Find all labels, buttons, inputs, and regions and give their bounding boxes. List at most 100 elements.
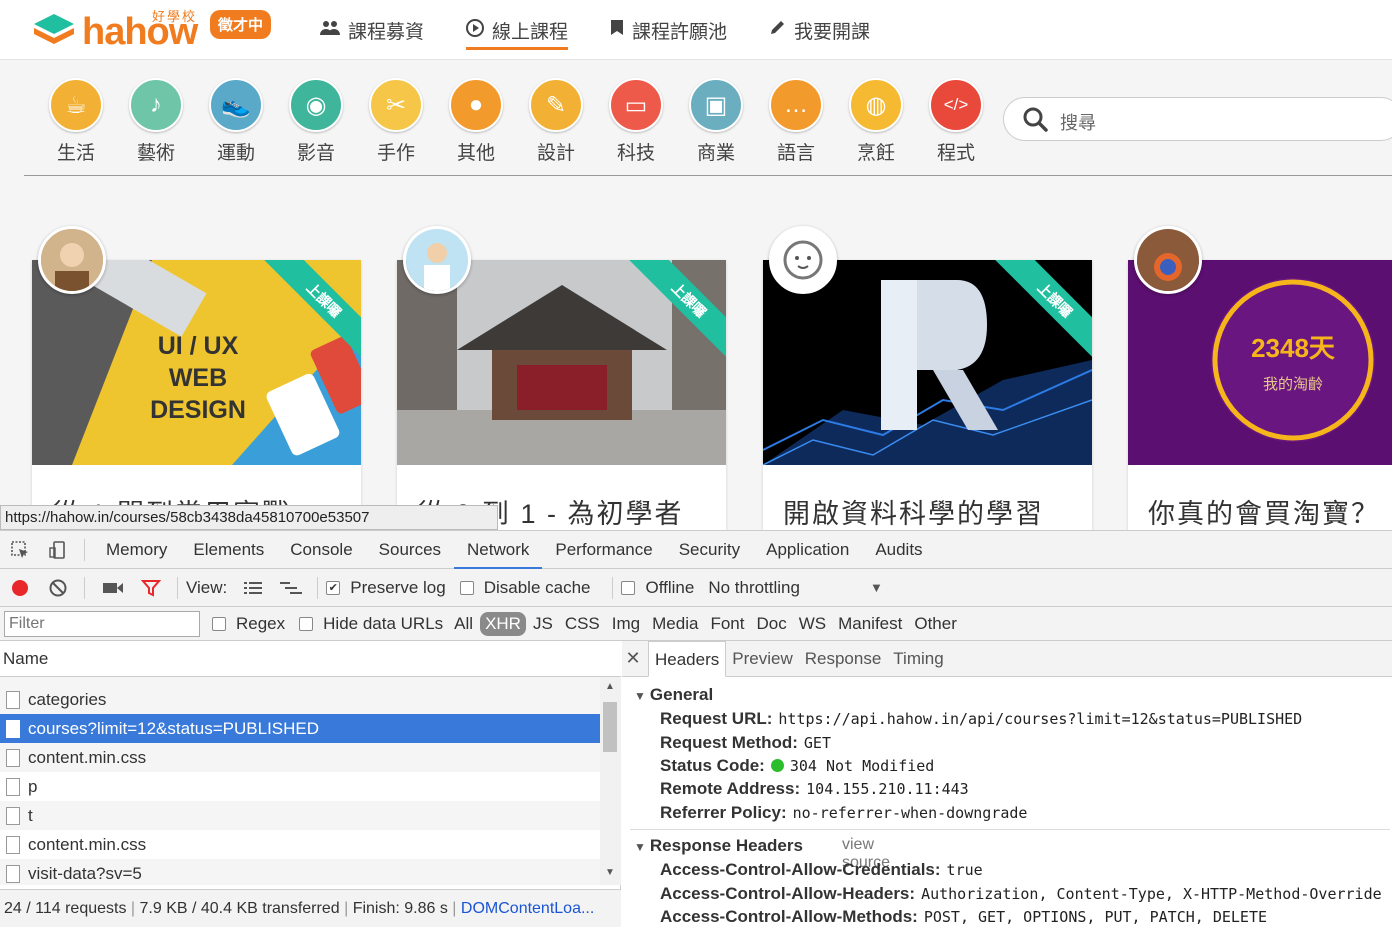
hiring-badge[interactable]: 徵才中 xyxy=(210,10,272,39)
course-card[interactable]: 上課囉 從 0 到 1 - 為初學者 xyxy=(397,226,726,532)
request-name: content.min.css xyxy=(28,834,147,854)
course-card[interactable]: 2348天 我的淘齡 你真的會買淘寶？ xyxy=(1128,226,1392,532)
scroll-down-icon[interactable]: ▼ xyxy=(605,867,615,878)
request-row[interactable]: p xyxy=(0,772,600,801)
category-9[interactable]: … 語言 xyxy=(756,78,836,165)
avatar[interactable] xyxy=(769,226,837,294)
tab-performance[interactable]: Performance xyxy=(542,531,665,569)
category-0[interactable]: ☕ 生活 xyxy=(36,78,116,165)
avatar[interactable] xyxy=(403,226,471,294)
filter-type-media[interactable]: Media xyxy=(647,612,703,636)
preserve-log-checkbox[interactable]: ✔ xyxy=(326,580,341,595)
scrollbar-thumb[interactable] xyxy=(603,702,617,752)
tab-console[interactable]: Console xyxy=(277,531,365,569)
category-8[interactable]: ▣ 商業 xyxy=(676,78,756,165)
request-row[interactable]: categories xyxy=(0,685,600,714)
category-1[interactable]: ♪ 藝術 xyxy=(116,78,196,165)
large-rows-icon[interactable] xyxy=(241,576,265,600)
category-4[interactable]: ✂ 手作 xyxy=(356,78,436,165)
offline-checkbox[interactable] xyxy=(621,580,636,595)
avatar[interactable] xyxy=(38,226,106,294)
category-3[interactable]: ◉ 影音 xyxy=(276,78,356,165)
hide-data-urls-checkbox[interactable] xyxy=(299,616,314,631)
category-label: 烹飪 xyxy=(856,143,895,164)
device-toolbar-icon[interactable] xyxy=(48,540,68,560)
filter-icon[interactable] xyxy=(139,576,163,600)
category-7[interactable]: ▭ 科技 xyxy=(596,78,676,165)
request-row[interactable]: content.min.css xyxy=(0,830,600,859)
filter-type-ws[interactable]: WS xyxy=(794,612,831,636)
course-title[interactable]: 你真的會買淘寶？ xyxy=(1148,492,1380,531)
record-button[interactable] xyxy=(8,576,32,600)
regex-checkbox[interactable] xyxy=(212,616,226,631)
course-card[interactable]: UI / UX WEB DESIGN 上課囉 從 1 開到常用實戰 xyxy=(32,226,361,532)
chevron-down-icon[interactable]: ▼ xyxy=(870,580,883,595)
filter-type-js[interactable]: JS xyxy=(528,612,558,636)
tab-headers[interactable]: Headers xyxy=(648,640,727,677)
category-10[interactable]: ◍ 烹飪 xyxy=(836,78,916,165)
nav-item-wishlist[interactable]: 課程許願池 xyxy=(610,0,727,60)
filter-type-doc[interactable]: Doc xyxy=(751,612,791,636)
hahow-logo[interactable]: hahow 好學校 徵才中 xyxy=(32,8,272,53)
throttling-select[interactable]: No throttling xyxy=(708,578,800,598)
category-5[interactable]: ● 其他 xyxy=(436,78,516,165)
avatar[interactable] xyxy=(1134,226,1202,294)
search-box[interactable]: 搜尋 xyxy=(1003,97,1392,141)
response-headers-section-header[interactable]: ▼ Response Headers view source xyxy=(634,836,890,871)
filter-type-manifest[interactable]: Manifest xyxy=(833,612,907,636)
tab-response[interactable]: Response xyxy=(799,641,888,677)
filter-type-all[interactable]: All xyxy=(449,612,478,636)
request-name: p xyxy=(28,776,38,796)
close-icon[interactable]: ✕ xyxy=(622,648,644,669)
capture-screenshots-icon[interactable] xyxy=(101,576,125,600)
tab-sources[interactable]: Sources xyxy=(366,531,454,569)
category-2[interactable]: 👟 運動 xyxy=(196,78,276,165)
general-section-header[interactable]: ▼ General xyxy=(634,685,713,705)
tab-audits[interactable]: Audits xyxy=(862,531,935,569)
filter-type-font[interactable]: Font xyxy=(705,612,749,636)
list-item[interactable] xyxy=(0,677,600,685)
course-card[interactable]: 上課囉 開啟資料科學的學習 xyxy=(763,226,1092,532)
request-row[interactable]: content.min.css xyxy=(0,743,600,772)
filter-type-img[interactable]: Img xyxy=(607,612,645,636)
course-title[interactable]: 開啟資料科學的學習 xyxy=(783,492,1044,531)
tab-network[interactable]: Network xyxy=(454,531,543,569)
file-icon xyxy=(6,806,20,825)
request-list-scrollbar[interactable]: ▲ ▼ xyxy=(600,677,621,885)
tab-memory[interactable]: Memory xyxy=(93,531,180,569)
tab-preview[interactable]: Preview xyxy=(726,641,798,677)
tab-timing[interactable]: Timing xyxy=(887,641,949,677)
filter-type-css[interactable]: CSS xyxy=(560,612,605,636)
section-title: Response Headers xyxy=(649,836,803,855)
request-row[interactable]: visit-data?sv=5 xyxy=(0,859,600,885)
name-column-header[interactable]: Name xyxy=(0,641,621,677)
filter-input[interactable] xyxy=(4,610,200,637)
transferred-size: 7.9 KB / 40.4 KB transferred xyxy=(139,900,340,917)
tab-elements[interactable]: Elements xyxy=(180,531,277,569)
tab-security[interactable]: Security xyxy=(666,531,753,569)
request-row[interactable]: courses?limit=12&status=PUBLISHED xyxy=(0,714,600,743)
tab-application[interactable]: Application xyxy=(753,531,862,569)
devtools-tabbar: Memory Elements Console Sources Network Perfo… xyxy=(0,531,1392,569)
filter-type-xhr[interactable]: XHR xyxy=(480,611,526,636)
category-11[interactable]: </> 程式 xyxy=(916,78,996,165)
request-row[interactable]: t xyxy=(0,801,600,830)
filter-type-other[interactable]: Other xyxy=(909,612,962,636)
scroll-up-icon[interactable]: ▲ xyxy=(605,681,615,692)
thumb-text: 2348天 xyxy=(1251,333,1335,363)
disable-cache-label: Disable cache xyxy=(483,577,591,597)
clear-button[interactable] xyxy=(46,576,70,600)
inspect-element-icon[interactable] xyxy=(10,540,30,560)
category-label: 程式 xyxy=(936,143,975,164)
section-title: General xyxy=(649,685,714,704)
nav-item-online-courses[interactable]: 線上課程 xyxy=(466,0,569,60)
nav-item-teach[interactable]: 我要開課 xyxy=(769,0,870,60)
category-6[interactable]: ✎ 設計 xyxy=(516,78,596,165)
nav-item-fundraising[interactable]: 課程募資 xyxy=(320,0,424,60)
disable-cache-checkbox[interactable] xyxy=(459,580,474,595)
waterfall-overview-icon[interactable] xyxy=(279,576,303,600)
chat-icon: … xyxy=(769,78,823,132)
laptop-icon: ▭ xyxy=(609,78,663,132)
thumb-text: UI / UX xyxy=(157,332,239,360)
header-key: Remote Address: xyxy=(660,779,801,798)
